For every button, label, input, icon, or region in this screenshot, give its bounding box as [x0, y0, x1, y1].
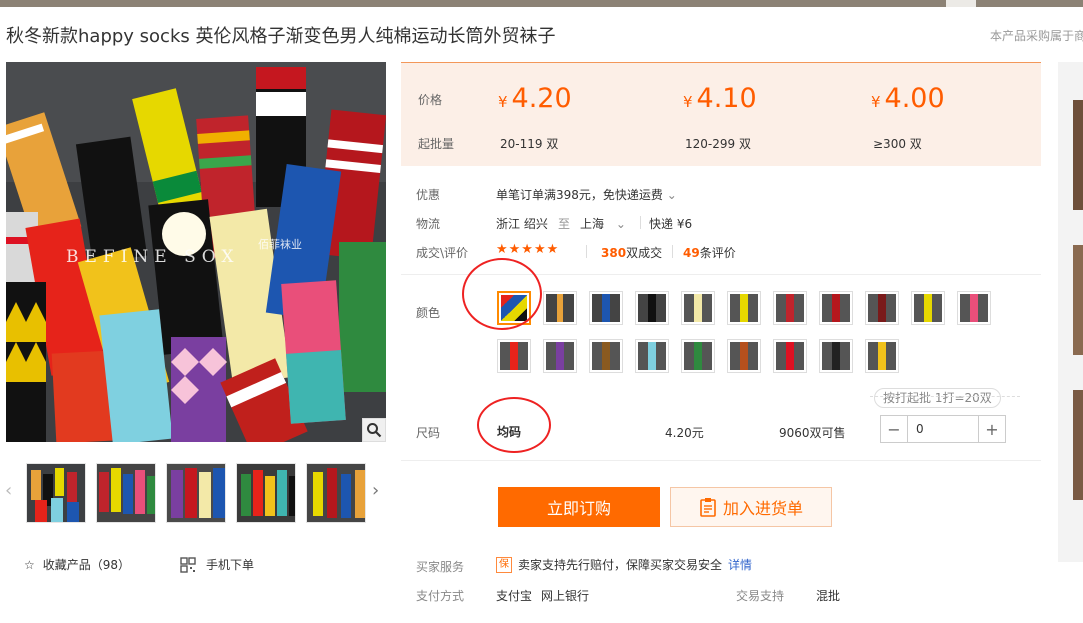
color-swatch[interactable] — [773, 291, 807, 325]
stock-available: 9060双可售 — [779, 426, 846, 440]
details-link[interactable]: 详情 — [728, 556, 752, 573]
color-swatch[interactable] — [727, 291, 761, 325]
quantity-stepper: − + — [880, 415, 1006, 443]
color-swatch[interactable] — [727, 339, 761, 373]
range-tier-1: 20-119 双 — [500, 137, 559, 151]
rail-thumbnail[interactable] — [1073, 100, 1083, 210]
right-note: 本产品采购属于商 — [990, 29, 1083, 43]
color-swatch[interactable] — [681, 339, 715, 373]
thumbnail[interactable] — [96, 463, 156, 523]
quantity-input[interactable] — [907, 416, 979, 442]
size-label: 尺码 — [416, 426, 441, 440]
add-to-cart-label: 加入进货单 — [722, 499, 803, 518]
color-swatch[interactable] — [773, 339, 807, 373]
buyer-service-label: 买家服务 — [416, 560, 465, 574]
reviews-link[interactable]: 49条评价 — [683, 244, 736, 261]
deals-link[interactable]: 380双成交 — [601, 244, 662, 261]
color-swatch[interactable] — [819, 291, 853, 325]
favorite-product-button[interactable]: ☆ 收藏产品（98） — [24, 556, 130, 573]
clipboard-icon — [700, 498, 716, 517]
color-swatch[interactable] — [497, 339, 531, 373]
buy-now-button[interactable]: 立即订购 — [498, 487, 660, 527]
divider — [586, 245, 587, 258]
color-swatch[interactable] — [589, 339, 623, 373]
add-to-cart-button[interactable]: 加入进货单 — [670, 487, 832, 527]
range-tier-2: 120-299 双 — [685, 137, 751, 151]
trade-support-label: 交易支持 — [736, 589, 785, 603]
chevron-down-icon: ⌄ — [615, 217, 626, 231]
minus-button[interactable]: − — [881, 416, 907, 442]
destination-select[interactable]: 上海 ⌄ — [580, 215, 626, 232]
rail-thumbnail[interactable] — [1073, 390, 1083, 500]
divider — [640, 216, 641, 229]
color-label: 颜色 — [416, 306, 441, 320]
rating-stars: ★★★★★ — [496, 242, 560, 257]
color-swatch[interactable] — [957, 291, 991, 325]
divider — [672, 245, 673, 258]
payment-alipay: 支付宝 — [496, 589, 533, 603]
magnifier-icon — [367, 423, 382, 438]
mobile-order-button[interactable]: 手机下单 — [180, 556, 254, 573]
annotation-circle — [462, 258, 542, 330]
promo-label: 优惠 — [416, 188, 441, 202]
shipping-fee: 快递 ¥6 — [649, 217, 693, 231]
separator — [401, 460, 1041, 461]
color-swatch[interactable] — [865, 291, 899, 325]
price-tier-1: ¥4.20 — [498, 83, 572, 114]
rail-thumbnail[interactable] — [1073, 245, 1083, 355]
color-swatch[interactable] — [543, 339, 577, 373]
promo-dropdown[interactable]: 单笔订单满398元，免快递运费 ⌄ — [496, 186, 677, 203]
moq-label: 起批量 — [418, 137, 455, 151]
color-swatch[interactable] — [681, 291, 715, 325]
price-tier-2: ¥4.10 — [683, 83, 757, 114]
image-watermark-cn: 佰菲袜业 — [258, 237, 302, 251]
logistics-label: 物流 — [416, 217, 441, 231]
top-bar-gap — [946, 0, 976, 7]
color-swatch[interactable] — [635, 339, 669, 373]
guarantee-icon: 保 — [496, 556, 512, 573]
color-swatch[interactable] — [865, 339, 899, 373]
color-swatch[interactable] — [911, 291, 945, 325]
color-swatch[interactable] — [819, 339, 853, 373]
thumbnail[interactable] — [306, 463, 366, 523]
to-text: 至 — [558, 217, 571, 231]
star-outline-icon: ☆ — [24, 557, 35, 572]
deals-label: 成交\评价 — [416, 246, 469, 260]
range-tier-3: ≥300 双 — [873, 137, 922, 151]
payment-bank: 网上银行 — [541, 589, 590, 603]
price-tier-3: ¥4.00 — [871, 83, 945, 114]
image-watermark: BEFINE SOX — [66, 247, 240, 267]
color-swatch[interactable] — [589, 291, 623, 325]
qr-code-icon — [180, 556, 196, 573]
thumb-prev-arrow-icon[interactable]: ‹ — [5, 480, 12, 501]
product-photo: BEFINE SOX 佰菲袜业 — [6, 62, 386, 442]
trade-support-value: 混批 — [816, 589, 841, 603]
price-box: 价格 起批量 ¥4.20 ¥4.10 ¥4.00 20-119 双 120-29… — [401, 62, 1041, 166]
thumb-next-arrow-icon[interactable]: › — [372, 480, 379, 501]
thumbnail[interactable] — [236, 463, 296, 523]
annotation-circle — [477, 397, 551, 453]
size-price: 4.20元 — [665, 426, 704, 440]
favorite-label: 收藏产品（98） — [42, 558, 131, 572]
price-label: 价格 — [418, 93, 443, 107]
mobile-order-label: 手机下单 — [206, 558, 255, 572]
plus-button[interactable]: + — [979, 416, 1005, 442]
main-product-image[interactable]: BEFINE SOX 佰菲袜业 — [6, 62, 386, 442]
color-swatch[interactable] — [635, 291, 669, 325]
color-swatch[interactable] — [543, 291, 577, 325]
batch-tag: 按打起批 1打=20双 — [874, 388, 1001, 408]
top-bar — [0, 0, 1083, 7]
origin-value: 浙江 绍兴 — [496, 217, 548, 231]
page-title: 秋冬新款happy socks 英伦风格子渐变色男人纯棉运动长筒外贸袜子 — [6, 26, 556, 47]
thumbnail[interactable] — [26, 463, 86, 523]
thumbnail[interactable] — [166, 463, 226, 523]
buyer-service: 保 卖家支持先行赔付，保障买家交易安全 详情 — [496, 556, 752, 573]
chevron-down-icon: ⌄ — [666, 188, 677, 202]
separator — [870, 396, 1020, 397]
zoom-button[interactable] — [362, 418, 386, 442]
payment-label: 支付方式 — [416, 589, 465, 603]
